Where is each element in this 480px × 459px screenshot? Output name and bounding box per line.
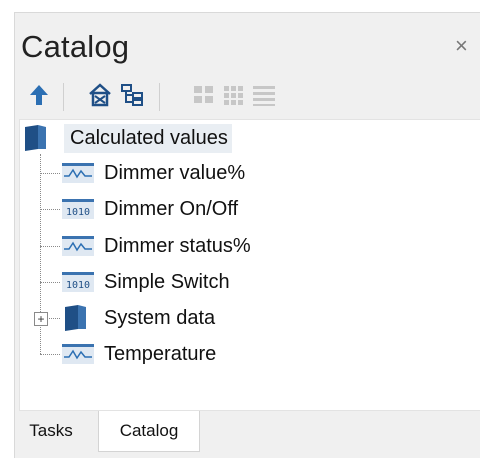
folder-icon: [65, 305, 86, 331]
large-icons-view-icon[interactable]: [190, 79, 218, 111]
catalog-toolbar: [15, 79, 480, 115]
tree-item[interactable]: Dimmer value%: [62, 156, 245, 190]
binary-value-icon: 1010: [62, 199, 94, 219]
expand-toggle-icon[interactable]: +: [34, 312, 48, 326]
tree-item[interactable]: Temperature: [62, 337, 216, 371]
small-icons-view-icon[interactable]: [220, 79, 248, 111]
tree-item-label: Simple Switch: [104, 270, 230, 293]
folder-icon: [25, 125, 46, 151]
binary-value-icon: 1010: [62, 272, 94, 292]
analog-value-icon: [62, 163, 94, 183]
tree-item-label: Dimmer On/Off: [104, 197, 239, 220]
tree-item[interactable]: 1010 Dimmer On/Off: [62, 192, 238, 226]
close-icon[interactable]: ×: [455, 35, 468, 57]
list-view-icon[interactable]: [250, 79, 278, 111]
catalog-tree: Calculated values Dimmer value% 1010 Dim…: [19, 119, 480, 411]
panel-title: Catalog: [21, 29, 130, 64]
svg-text:1010: 1010: [66, 280, 90, 291]
tree-root-label: Calculated values: [64, 123, 232, 153]
tree-item-label: System data: [104, 306, 216, 329]
panel-tabs: Tasks Catalog: [15, 411, 480, 458]
tree-item-label: Dimmer status%: [104, 234, 251, 257]
analog-value-icon: [62, 236, 94, 256]
tab-tasks[interactable]: Tasks: [21, 411, 81, 451]
tree-root-item[interactable]: Calculated values: [22, 121, 232, 155]
tab-catalog[interactable]: Catalog: [98, 411, 200, 452]
tree-structure-icon[interactable]: [118, 79, 146, 111]
analog-value-icon: [62, 344, 94, 364]
tree-item[interactable]: System data: [62, 301, 215, 335]
tree-item[interactable]: Dimmer status%: [62, 229, 251, 263]
up-arrow-icon[interactable]: [25, 79, 53, 111]
tree-item-label: Dimmer value%: [104, 161, 246, 184]
tree-item-label: Temperature: [104, 342, 217, 365]
tree-item[interactable]: 1010 Simple Switch: [62, 265, 230, 299]
building-icon[interactable]: [86, 79, 114, 111]
catalog-panel: Catalog × Calculated values Dimmer value…: [14, 12, 480, 458]
svg-text:1010: 1010: [66, 207, 90, 218]
